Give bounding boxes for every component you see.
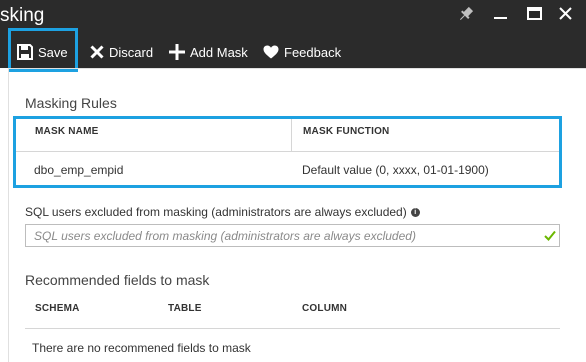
header-divider	[25, 328, 560, 329]
save-button[interactable]: Save	[17, 36, 68, 68]
column-header-mask-name: MASK NAME	[35, 126, 99, 137]
mask-name-cell: dbo_emp_empid	[34, 163, 124, 177]
pin-icon[interactable]	[455, 4, 477, 24]
info-icon[interactable]: i	[410, 207, 420, 217]
discard-icon	[90, 45, 109, 59]
add-mask-button[interactable]: Add Mask	[169, 36, 248, 68]
discard-button[interactable]: Discard	[90, 36, 153, 68]
discard-label: Discard	[109, 44, 154, 60]
column-separator	[291, 118, 292, 152]
recommended-fields-title: Recommended fields to mask	[25, 272, 210, 288]
plus-icon	[169, 44, 190, 60]
minimize-icon[interactable]	[490, 4, 512, 24]
toolbar: Save Discard Add Mask Feedback	[0, 36, 586, 68]
heart-icon	[263, 45, 284, 59]
column-header-mask-function: MASK FUNCTION	[303, 126, 390, 137]
maximize-icon[interactable]	[524, 4, 546, 24]
excluded-users-label-text: SQL users excluded from masking (adminis…	[25, 205, 407, 219]
column-header-table: TABLE	[168, 303, 202, 314]
blade-header: sking Save Discard Add Mask Feedback	[0, 0, 586, 68]
column-header-schema: SCHEMA	[35, 303, 80, 314]
add-mask-label: Add Mask	[190, 44, 248, 60]
close-icon[interactable]	[555, 4, 577, 24]
save-label: Save	[38, 44, 68, 60]
blade-title: sking	[0, 5, 45, 26]
excluded-users-input[interactable]	[25, 224, 560, 247]
check-icon	[544, 230, 556, 241]
excluded-users-label: SQL users excluded from masking (adminis…	[25, 205, 420, 219]
feedback-label: Feedback	[284, 44, 342, 60]
mask-function-cell: Default value (0, xxxx, 01-01-1900)	[302, 163, 489, 177]
header-divider	[16, 151, 560, 152]
masking-rules-title: Masking Rules	[25, 95, 117, 111]
save-icon	[17, 44, 38, 60]
feedback-button[interactable]: Feedback	[263, 36, 341, 68]
column-header-column: COLUMN	[302, 303, 348, 314]
empty-message: There are no recommened fields to mask	[32, 341, 251, 355]
